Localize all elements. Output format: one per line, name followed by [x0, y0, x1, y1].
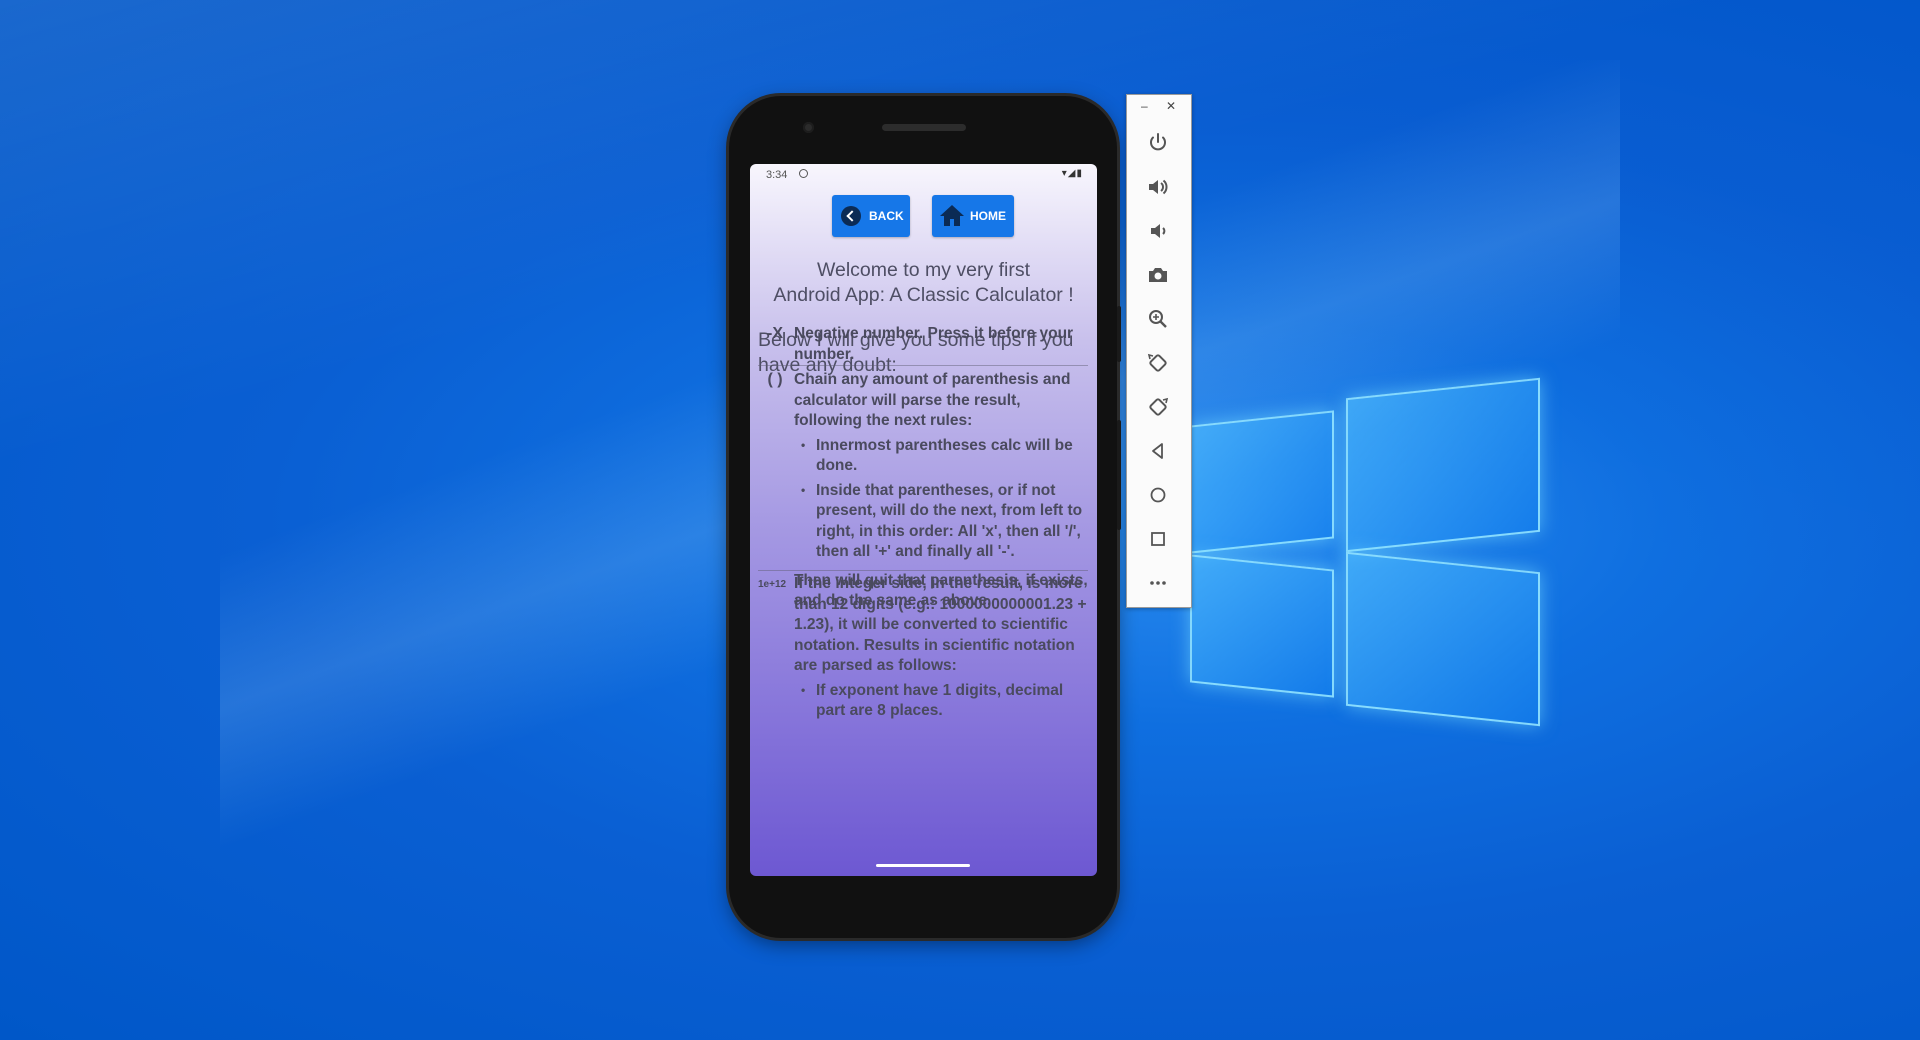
- tip-symbol: -X: [767, 325, 783, 342]
- welcome-heading: Welcome to my very first Android App: A …: [756, 258, 1091, 308]
- tip-symbol: ( ): [767, 371, 783, 388]
- volume-down-icon: [1151, 224, 1166, 238]
- tip-bullet: Inside that parentheses, or if not prese…: [794, 480, 1088, 563]
- welcome-line: Welcome to my very first: [816, 259, 1031, 281]
- rotate-right-button[interactable]: [1141, 392, 1175, 422]
- tip-bullet: Innermost parentheses calc will be done.: [794, 435, 1088, 477]
- emulator-toolbar: – ✕: [1126, 94, 1192, 608]
- toolbar-window-controls: – ✕: [1127, 99, 1191, 115]
- gesture-nav-handle[interactable]: [876, 864, 970, 867]
- more-button[interactable]: [1141, 568, 1175, 598]
- phone-screen[interactable]: 3:34 ▾◢▮ BACK HOME Welcome to my very fi…: [750, 164, 1097, 876]
- windows-logo-pane: [1346, 377, 1540, 553]
- back-button[interactable]: BACK: [832, 195, 910, 237]
- volume-up-button[interactable]: [1141, 172, 1175, 202]
- windows-logo-pane: [1346, 551, 1540, 727]
- status-bar: 3:34 ▾◢▮: [750, 164, 1097, 186]
- rotate-left-icon: [1147, 353, 1167, 372]
- volume-down-button[interactable]: [1141, 216, 1175, 246]
- nav-overview-button[interactable]: [1141, 524, 1175, 554]
- windows-logo-pane: [1190, 554, 1334, 698]
- home-button[interactable]: HOME: [932, 195, 1014, 237]
- windows-logo: [1190, 377, 1550, 740]
- tip-text: If the integer side, in the result, is m…: [794, 575, 1087, 674]
- notification-icon: [799, 169, 808, 178]
- tip-text: Negative number. Press it before your nu…: [794, 325, 1074, 363]
- back-button-label: BACK: [869, 209, 904, 223]
- minimize-button[interactable]: –: [1141, 99, 1148, 113]
- close-button[interactable]: ✕: [1166, 99, 1176, 113]
- tip-symbol: 1e+12: [758, 579, 787, 590]
- earpiece-speaker: [882, 124, 966, 131]
- nav-home-button[interactable]: [1141, 480, 1175, 510]
- overview-square-icon: [1151, 532, 1165, 546]
- windows-logo-pane: [1190, 410, 1334, 554]
- camera-icon: [1149, 268, 1167, 282]
- divider: [758, 365, 1088, 366]
- back-triangle-icon: [1152, 443, 1163, 459]
- power-button[interactable]: [1141, 128, 1175, 158]
- nav-back-button[interactable]: [1141, 436, 1175, 466]
- rotate-left-button[interactable]: [1141, 348, 1175, 378]
- zoom-button[interactable]: [1141, 304, 1175, 334]
- screenshot-button[interactable]: [1141, 260, 1175, 290]
- phone-volume-key[interactable]: [1117, 420, 1121, 530]
- phone-power-key[interactable]: [1117, 306, 1121, 362]
- home-button-label: HOME: [970, 209, 1006, 223]
- wifi-signal-battery-icon: ▾◢▮: [1061, 168, 1083, 179]
- power-icon: [1150, 133, 1166, 151]
- front-camera: [803, 122, 814, 133]
- zoom-icon: [1149, 310, 1167, 328]
- welcome-line: Android App: A Classic Calculator !: [773, 284, 1074, 306]
- tip-text: Chain any amount of parenthesis and calc…: [794, 371, 1071, 429]
- status-time: 3:34: [766, 169, 788, 181]
- tip-bullet: If exponent have 1 digits, decimal part …: [794, 680, 1088, 722]
- more-icon: [1150, 581, 1166, 585]
- volume-up-icon: [1149, 179, 1168, 195]
- divider: [758, 570, 1088, 571]
- home-icon: [940, 205, 964, 227]
- chevron-left-icon: [841, 206, 861, 226]
- rotate-right-icon: [1149, 397, 1169, 416]
- home-circle-icon: [1150, 487, 1166, 503]
- tip-body: If the integer side, in the result, is m…: [794, 574, 1088, 722]
